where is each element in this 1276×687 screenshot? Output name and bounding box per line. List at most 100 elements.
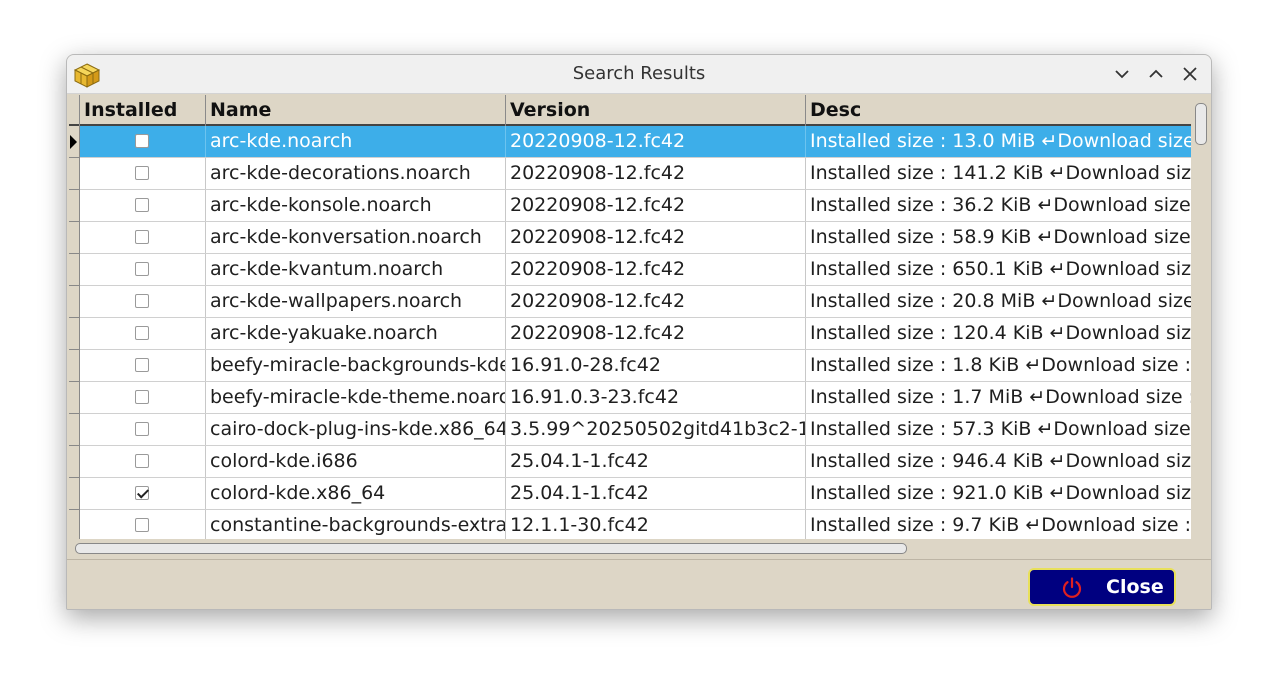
version-cell[interactable]: 25.04.1-1.fc42: [506, 446, 806, 477]
installed-cell[interactable]: [80, 286, 206, 317]
installed-cell[interactable]: [80, 190, 206, 221]
vertical-scroll-thumb[interactable]: [1195, 103, 1207, 145]
minimize-button[interactable]: [1113, 65, 1131, 83]
window-close-button[interactable]: [1181, 65, 1199, 83]
version-cell[interactable]: 20220908-12.fc42: [506, 126, 806, 157]
desc-cell[interactable]: Installed size : 9.7 KiB ↵Download size …: [806, 510, 1191, 539]
installed-cell[interactable]: [80, 382, 206, 413]
row-header[interactable]: [69, 414, 80, 446]
row-header[interactable]: [69, 254, 80, 286]
row-header[interactable]: [69, 126, 80, 158]
row-header[interactable]: [69, 350, 80, 382]
desc-cell[interactable]: Installed size : 120.4 KiB ↵Download siz…: [806, 318, 1191, 349]
row-header[interactable]: [69, 318, 80, 350]
desc-cell[interactable]: Installed size : 1.8 KiB ↵Download size …: [806, 350, 1191, 381]
table-row[interactable]: beefy-miracle-backgrounds-kde.noarch16.9…: [80, 350, 1191, 382]
installed-checkbox[interactable]: [135, 166, 149, 180]
name-cell[interactable]: beefy-miracle-backgrounds-kde.noarch: [206, 350, 506, 381]
installed-cell[interactable]: [80, 446, 206, 477]
table-row[interactable]: arc-kde-decorations.noarch 20220908-12.fc…: [80, 158, 1191, 190]
table-row[interactable]: arc-kde-kvantum.noarch 20220908-12.fc42 In…: [80, 254, 1191, 286]
version-cell[interactable]: 20220908-12.fc42: [506, 190, 806, 221]
installed-checkbox[interactable]: [135, 422, 149, 436]
desc-cell[interactable]: Installed size : 36.2 KiB ↵Download size…: [806, 190, 1191, 221]
desc-cell[interactable]: Installed size : 13.0 MiB ↵Download size…: [806, 126, 1191, 157]
installed-checkbox[interactable]: [135, 134, 149, 148]
installed-cell[interactable]: [80, 510, 206, 539]
installed-cell[interactable]: [80, 414, 206, 445]
installed-cell[interactable]: [80, 478, 206, 509]
installed-checkbox[interactable]: [135, 262, 149, 276]
results-table[interactable]: Installed Name Version Desc arc-kde.noar…: [69, 95, 1191, 539]
column-header-desc[interactable]: Desc: [806, 95, 1191, 126]
table-row[interactable]: arc-kde-konsole.noarch 20220908-12.fc42 In…: [80, 190, 1191, 222]
installed-checkbox[interactable]: [135, 390, 149, 404]
installed-cell[interactable]: [80, 350, 206, 381]
installed-checkbox[interactable]: [135, 358, 149, 372]
installed-cell[interactable]: [80, 222, 206, 253]
version-cell[interactable]: 3.5.99^20250502gitd41b3c2-1.fc42: [506, 414, 806, 445]
name-cell[interactable]: arc-kde-wallpapers.noarch: [206, 286, 506, 317]
name-cell[interactable]: arc-kde-konversation.noarch: [206, 222, 506, 253]
desc-cell[interactable]: Installed size : 141.2 KiB ↵Download siz…: [806, 158, 1191, 189]
table-row[interactable]: beefy-miracle-kde-theme.noarch 16.91.0.3-…: [80, 382, 1191, 414]
horizontal-scrollbar[interactable]: [69, 539, 1191, 559]
installed-checkbox[interactable]: [135, 326, 149, 340]
installed-checkbox[interactable]: [135, 230, 149, 244]
row-header[interactable]: [69, 382, 80, 414]
vertical-scrollbar[interactable]: [1191, 95, 1211, 539]
row-header[interactable]: [69, 190, 80, 222]
version-cell[interactable]: 20220908-12.fc42: [506, 222, 806, 253]
table-row[interactable]: colord-kde.i686 25.04.1-1.fc42 Installed s…: [80, 446, 1191, 478]
name-cell[interactable]: beefy-miracle-kde-theme.noarch: [206, 382, 506, 413]
table-row[interactable]: arc-kde-yakuake.noarch 20220908-12.fc42 In…: [80, 318, 1191, 350]
version-cell[interactable]: 20220908-12.fc42: [506, 158, 806, 189]
table-row[interactable]: colord-kde.x86_64 25.04.1-1.fc42 Installed…: [80, 478, 1191, 510]
version-cell[interactable]: 20220908-12.fc42: [506, 286, 806, 317]
desc-cell[interactable]: Installed size : 58.9 KiB ↵Download size…: [806, 222, 1191, 253]
desc-cell[interactable]: Installed size : 946.4 KiB ↵Download siz…: [806, 446, 1191, 477]
installed-checkbox[interactable]: [135, 518, 149, 532]
column-header-installed[interactable]: Installed: [80, 95, 206, 126]
name-cell[interactable]: colord-kde.x86_64: [206, 478, 506, 509]
row-header[interactable]: [69, 446, 80, 478]
installed-cell[interactable]: [80, 126, 206, 157]
version-cell[interactable]: 12.1.1-30.fc42: [506, 510, 806, 539]
column-header-version[interactable]: Version: [506, 95, 806, 126]
name-cell[interactable]: arc-kde-decorations.noarch: [206, 158, 506, 189]
maximize-button[interactable]: [1147, 65, 1165, 83]
desc-cell[interactable]: Installed size : 650.1 KiB ↵Download siz…: [806, 254, 1191, 285]
desc-cell[interactable]: Installed size : 921.0 KiB ↵Download siz…: [806, 478, 1191, 509]
desc-cell[interactable]: Installed size : 57.3 KiB ↵Download size…: [806, 414, 1191, 445]
close-button[interactable]: Close: [1028, 568, 1176, 606]
name-cell[interactable]: constantine-backgrounds-extras-kde.noarc…: [206, 510, 506, 539]
name-cell[interactable]: colord-kde.i686: [206, 446, 506, 477]
row-header[interactable]: [69, 222, 80, 254]
title-bar[interactable]: Search Results: [67, 55, 1211, 94]
installed-cell[interactable]: [80, 158, 206, 189]
name-cell[interactable]: cairo-dock-plug-ins-kde.x86_64: [206, 414, 506, 445]
table-row[interactable]: arc-kde-konversation.noarch 20220908-12.f…: [80, 222, 1191, 254]
table-row[interactable]: cairo-dock-plug-ins-kde.x86_64 3.5.99^202…: [80, 414, 1191, 446]
row-header[interactable]: [69, 286, 80, 318]
installed-cell[interactable]: [80, 254, 206, 285]
column-header-name[interactable]: Name: [206, 95, 506, 126]
name-cell[interactable]: arc-kde-kvantum.noarch: [206, 254, 506, 285]
desc-cell[interactable]: Installed size : 1.7 MiB ↵Download size …: [806, 382, 1191, 413]
version-cell[interactable]: 16.91.0-28.fc42: [506, 350, 806, 381]
version-cell[interactable]: 20220908-12.fc42: [506, 318, 806, 349]
row-header[interactable]: [69, 510, 80, 539]
row-header[interactable]: [69, 158, 80, 190]
name-cell[interactable]: arc-kde-yakuake.noarch: [206, 318, 506, 349]
horizontal-scroll-thumb[interactable]: [75, 543, 907, 554]
table-row[interactable]: constantine-backgrounds-extras-kde.noarc…: [80, 510, 1191, 539]
installed-checkbox[interactable]: [135, 486, 149, 500]
version-cell[interactable]: 16.91.0.3-23.fc42: [506, 382, 806, 413]
installed-checkbox[interactable]: [135, 294, 149, 308]
version-cell[interactable]: 20220908-12.fc42: [506, 254, 806, 285]
table-row[interactable]: arc-kde-wallpapers.noarch 20220908-12.fc4…: [80, 286, 1191, 318]
desc-cell[interactable]: Installed size : 20.8 MiB ↵Download size…: [806, 286, 1191, 317]
table-row[interactable]: arc-kde.noarch 20220908-12.fc42 Installed …: [80, 126, 1191, 158]
installed-checkbox[interactable]: [135, 198, 149, 212]
row-header[interactable]: [69, 478, 80, 510]
